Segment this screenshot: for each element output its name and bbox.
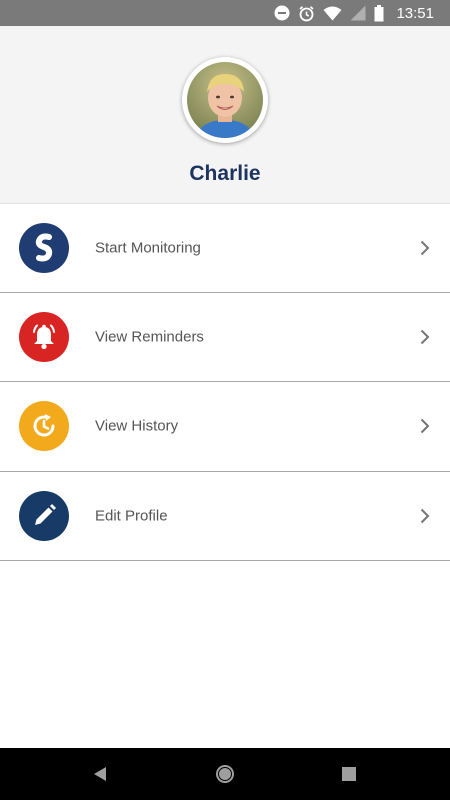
menu-item-start-monitoring[interactable]: Start Monitoring [0,203,450,293]
chevron-right-icon [418,329,432,345]
menu-item-edit-profile[interactable]: Edit Profile [0,472,450,561]
menu-item-label: View Reminders [95,328,204,346]
menu-item-label: Start Monitoring [95,239,201,257]
profile-header: Charlie [0,26,450,203]
menu-item-label: Edit Profile [95,507,168,525]
wifi-icon [323,6,342,21]
cell-signal-icon [350,5,366,21]
status-bar: 13:51 [0,0,450,26]
home-icon[interactable] [215,764,235,784]
menu-item-label: View History [95,417,179,435]
profile-name: Charlie [189,162,261,185]
battery-icon [374,4,384,22]
history-icon [19,401,69,452]
chevron-right-icon [418,240,432,256]
pencil-icon [19,490,69,541]
status-time: 13:51 [396,4,434,22]
alarm-icon [298,5,315,22]
do-not-disturb-icon [274,5,290,21]
back-icon[interactable] [93,766,107,782]
recents-icon[interactable] [342,767,356,781]
child-avatar [187,62,263,138]
profile-menu: Start Monitoring View Reminders View His… [0,203,450,561]
bell-icon [19,311,69,362]
monitoring-s-icon [19,222,69,273]
menu-item-view-history[interactable]: View History [0,382,450,472]
navigation-bar [0,748,450,800]
chevron-right-icon [418,418,432,434]
chevron-right-icon [418,508,432,524]
avatar[interactable] [182,57,268,143]
menu-item-view-reminders[interactable]: View Reminders [0,293,450,382]
